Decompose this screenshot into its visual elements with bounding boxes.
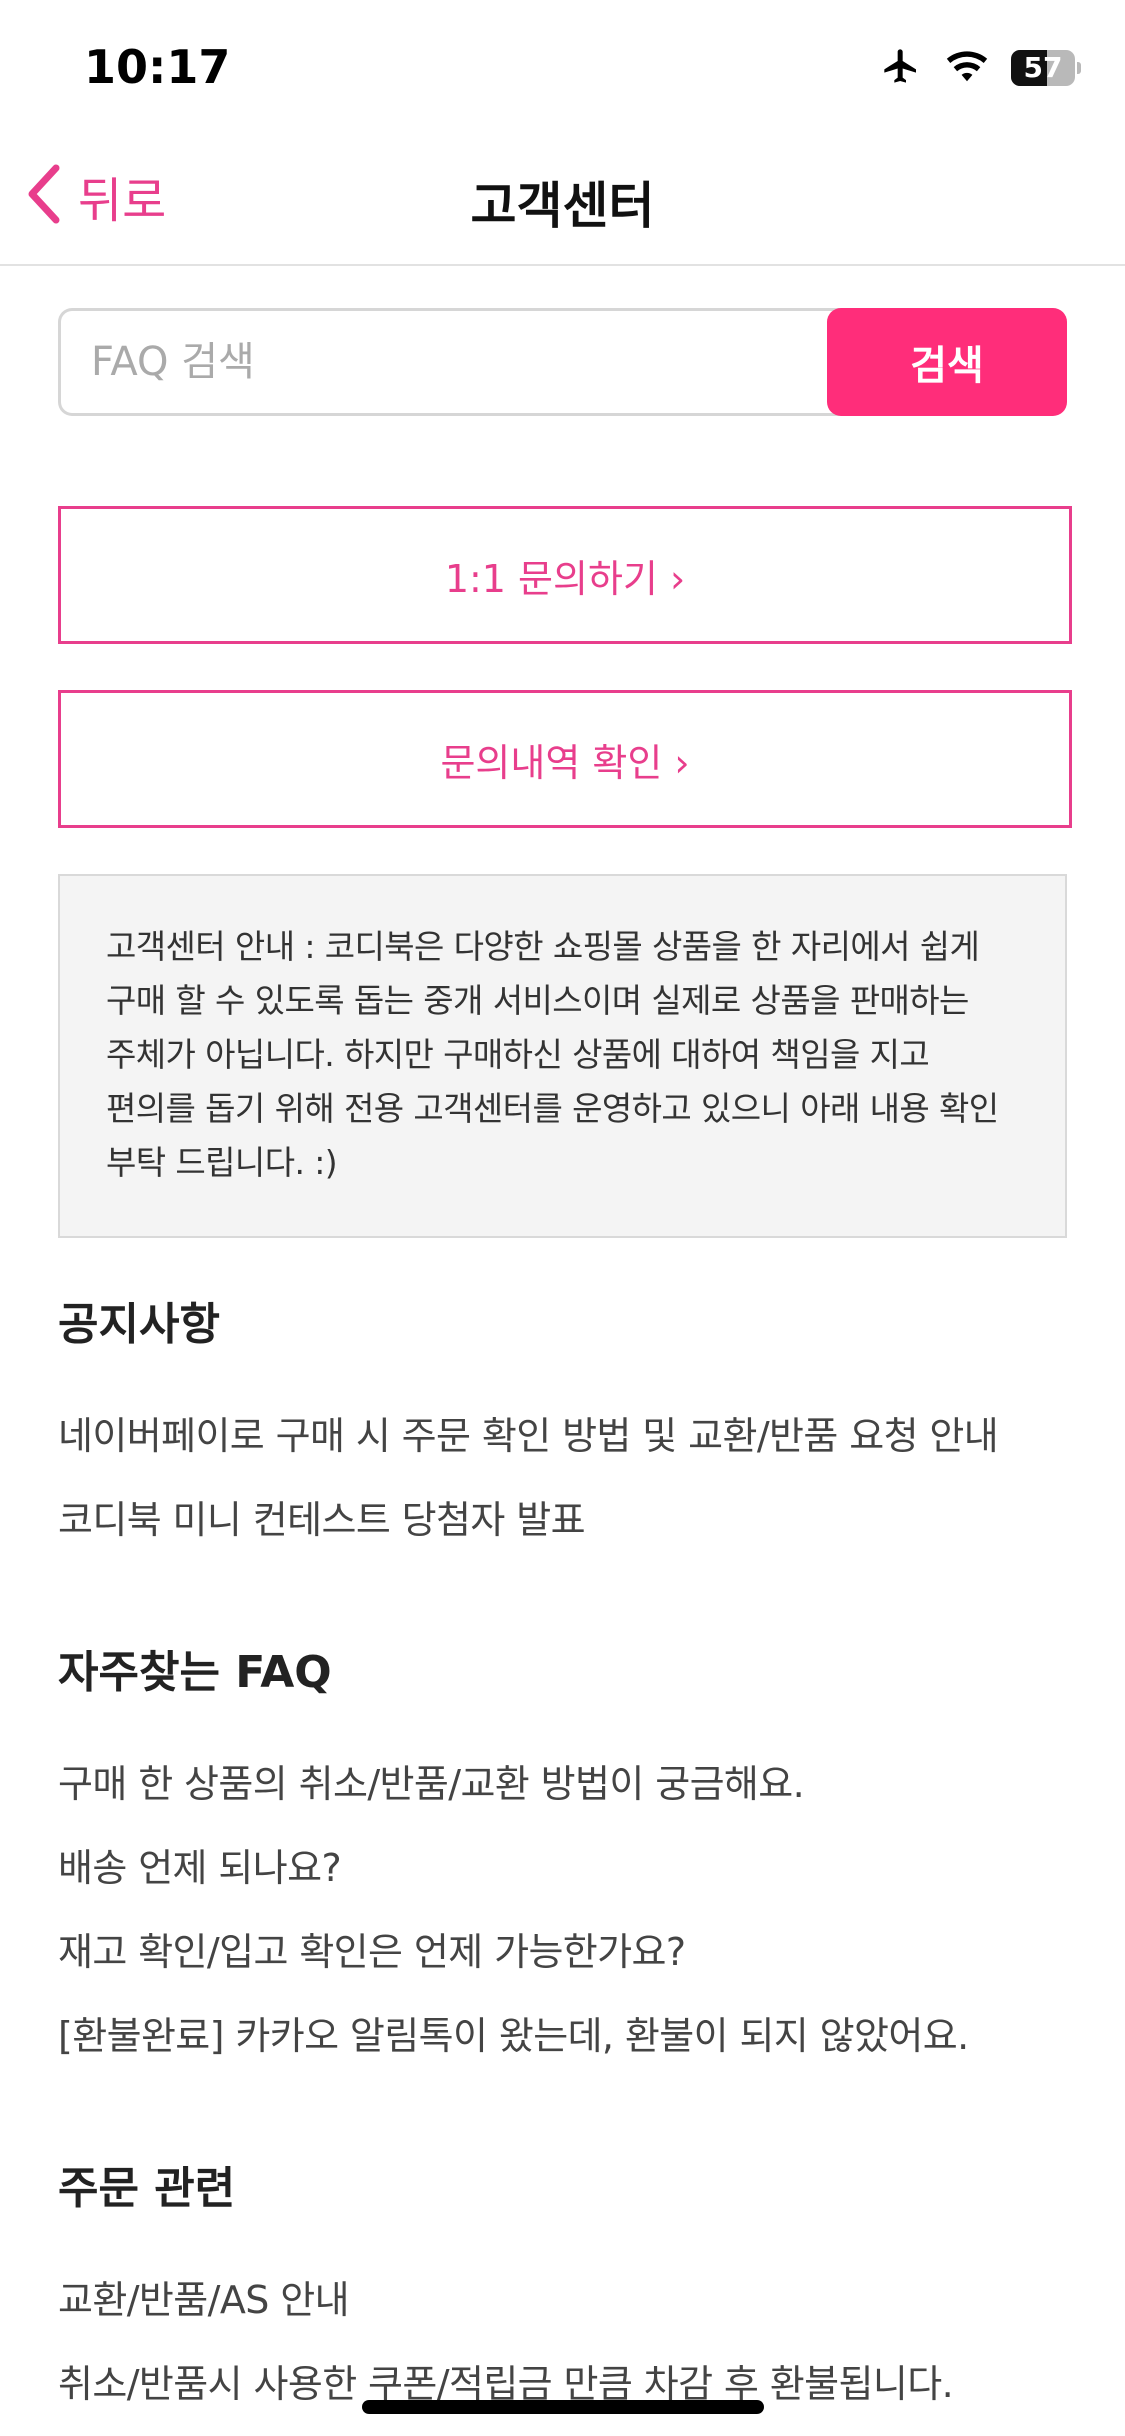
list-item[interactable]: 재고 확인/입고 확인은 언제 가능한가요? — [58, 1910, 1088, 1994]
section-order: 주문 관련 교환/반품/AS 안내 취소/반품시 사용한 쿠폰/적립금 만큼 차… — [58, 2154, 1088, 2426]
section-title: 주문 관련 — [58, 2163, 236, 2214]
list-item[interactable]: 코디북 미니 컨테스트 당첨자 발표 — [58, 1478, 1088, 1562]
inquiry-history-button[interactable]: 문의내역 확인 › — [58, 690, 1072, 828]
list-item[interactable]: 네이버페이로 구매 시 주문 확인 방법 및 교환/반품 요청 안내 — [58, 1394, 1088, 1478]
faq-list: 구매 한 상품의 취소/반품/교환 방법이 궁금해요. 배송 언제 되나요? 재… — [58, 1742, 1088, 2078]
status-time: 10:17 — [84, 40, 231, 94]
notice-text: 고객센터 안내 : 코디북은 다양한 쇼핑몰 상품을 한 자리에서 쉽게 구매 … — [106, 927, 999, 1182]
list-item[interactable]: 교환/반품/AS 안내 — [58, 2258, 1088, 2342]
section-title: 공지사항 — [58, 1299, 220, 1350]
home-indicator[interactable] — [362, 2400, 764, 2414]
section-title: 자주찾는 FAQ — [58, 1647, 332, 1698]
battery-icon: 57 — [1011, 50, 1081, 86]
battery-percent: 57 — [1023, 51, 1063, 84]
list-item[interactable]: 배송 언제 되나요? — [58, 1826, 1088, 1910]
navigation-bar: 뒤로 고객센터 — [0, 130, 1125, 266]
status-bar: 10:17 57 — [0, 0, 1125, 130]
faq-search-input[interactable] — [58, 308, 858, 416]
list-item[interactable]: [환불완료] 카카오 알림톡이 왔는데, 환불이 되지 않았어요. — [58, 1994, 1088, 2078]
page-title: 고객센터 — [470, 177, 655, 235]
search-button[interactable]: 검색 — [827, 308, 1067, 416]
status-icons: 57 — [879, 46, 1081, 90]
customer-center-notice-box: 고객센터 안내 : 코디북은 다양한 쇼핑몰 상품을 한 자리에서 쉽게 구매 … — [58, 874, 1067, 1238]
faq-search-bar: 검색 — [58, 308, 1067, 416]
airplane-icon — [879, 46, 923, 90]
wifi-icon — [945, 48, 989, 88]
one-to-one-inquiry-button[interactable]: 1:1 문의하기 › — [58, 506, 1072, 644]
section-notices: 공지사항 네이버페이로 구매 시 주문 확인 방법 및 교환/반품 요청 안내 … — [58, 1290, 1088, 1562]
section-faq: 자주찾는 FAQ 구매 한 상품의 취소/반품/교환 방법이 궁금해요. 배송 … — [58, 1638, 1088, 2078]
notice-list: 네이버페이로 구매 시 주문 확인 방법 및 교환/반품 요청 안내 코디북 미… — [58, 1394, 1088, 1562]
customer-center-screen: 10:17 57 뒤로 고객센터 FAQ 검색 검색 1:1 문의하기 › 문의… — [0, 0, 1125, 2436]
list-item[interactable]: 구매 한 상품의 취소/반품/교환 방법이 궁금해요. — [58, 1742, 1088, 1826]
